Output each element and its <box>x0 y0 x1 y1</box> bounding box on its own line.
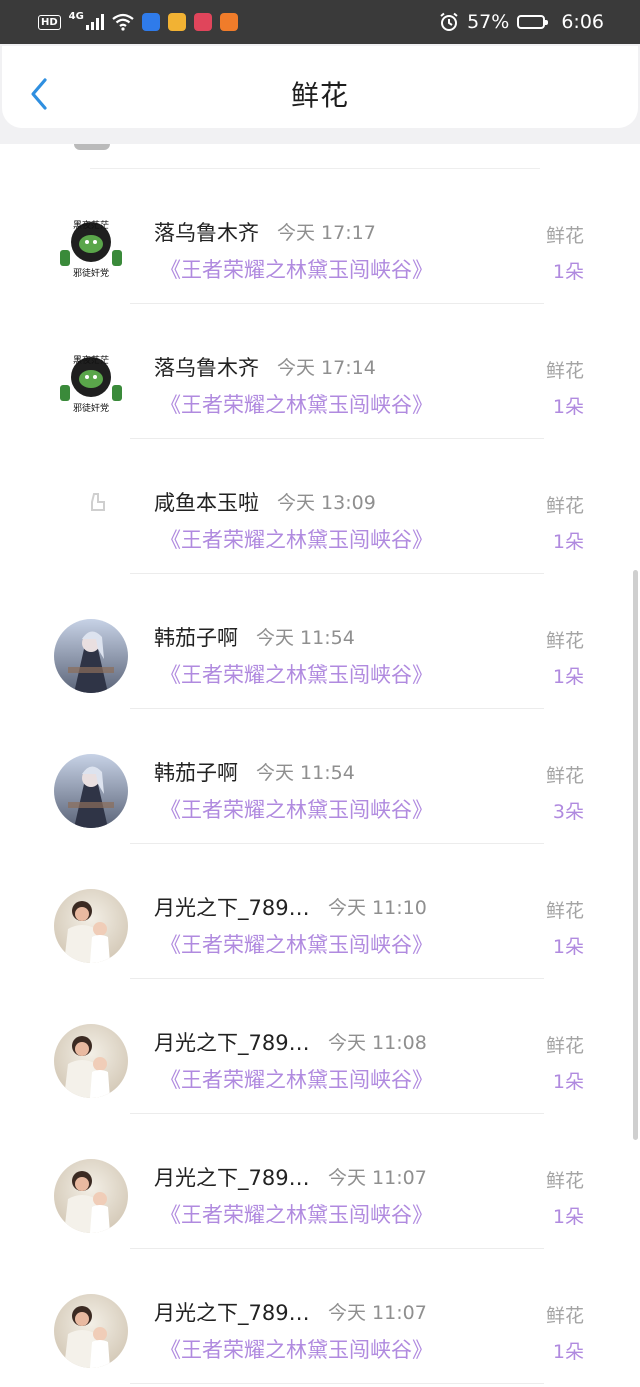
user-name[interactable]: 落乌鲁木齐 <box>154 352 259 382</box>
book-title[interactable]: 《王者荣耀之林黛玉闯峡谷》 <box>160 524 433 554</box>
user-name[interactable]: 落乌鲁木齐 <box>154 217 259 247</box>
notes-app-icon <box>167 13 186 31</box>
book-title[interactable]: 《王者荣耀之林黛玉闯峡谷》 <box>160 1199 433 1229</box>
divider <box>130 1383 544 1384</box>
clock: 6:06 <box>561 11 604 33</box>
book-title[interactable]: 《王者荣耀之林黛玉闯峡谷》 <box>160 1064 433 1094</box>
list-item[interactable]: 月光之下_789… 今天 11:10 《王者荣耀之林黛玉闯峡谷》 鲜花 1朵 <box>0 844 640 979</box>
timestamp: 今天 11:07 <box>328 1167 427 1189</box>
svg-text:邪徒奸党: 邪徒奸党 <box>73 402 109 414</box>
svg-text:黑夜茫茫: 黑夜茫茫 <box>73 219 109 231</box>
gift-type: 鲜花 <box>545 900 584 922</box>
avatar[interactable] <box>54 619 128 693</box>
book-title[interactable]: 《王者荣耀之林黛玉闯峡谷》 <box>160 1334 433 1364</box>
gift-count: 3朵 <box>552 801 584 823</box>
svg-text:邪徒奸党: 邪徒奸党 <box>73 267 109 279</box>
user-name[interactable]: 韩茄子啊 <box>154 757 238 787</box>
gift-type: 鲜花 <box>545 360 584 382</box>
list-item[interactable]: 月光之下_789… 今天 11:07 《王者荣耀之林黛玉闯峡谷》 鲜花 1朵 <box>0 1114 640 1249</box>
user-name[interactable]: 月光之下_789… <box>154 892 310 922</box>
list-item[interactable]: 月光之下_789… 今天 11:08 《王者荣耀之林黛玉闯峡谷》 鲜花 1朵 <box>0 979 640 1114</box>
gift-count: 1朵 <box>552 396 584 418</box>
list-item[interactable]: 韩茄子啊 今天 11:54 《王者荣耀之林黛玉闯峡谷》 鲜花 1朵 <box>0 574 640 709</box>
gift-record-list[interactable]: 黑夜茫茫 邪徒奸党 落乌鲁木齐 今天 17:17 《王者荣耀之林黛玉闯峡谷》 鲜花… <box>0 144 640 1384</box>
gift-count: 1朵 <box>552 261 584 283</box>
status-bar-left: HD 4G <box>38 10 238 31</box>
avatar[interactable]: 黑夜茫茫 邪徒奸党 <box>54 349 128 423</box>
avatar[interactable] <box>54 1024 128 1098</box>
gift-type: 鲜花 <box>545 495 584 517</box>
book-title[interactable]: 《王者荣耀之林黛玉闯峡谷》 <box>160 659 433 689</box>
avatar[interactable] <box>54 484 128 558</box>
book-title[interactable]: 《王者荣耀之林黛玉闯峡谷》 <box>160 794 433 824</box>
nav-bar: 鲜花 <box>0 44 640 144</box>
wifi-icon <box>112 13 134 31</box>
shield-app-icon <box>141 13 160 31</box>
battery-percent: 57% <box>467 11 510 33</box>
avatar[interactable]: 黑夜茫茫 邪徒奸党 <box>54 214 128 288</box>
gift-count: 1朵 <box>552 531 584 553</box>
list-item[interactable]: 韩茄子啊 今天 11:54 《王者荣耀之林黛玉闯峡谷》 鲜花 3朵 <box>0 709 640 844</box>
book-title[interactable]: 《王者荣耀之林黛玉闯峡谷》 <box>160 254 433 284</box>
list-item[interactable]: 黑夜茫茫邪徒奸党 落乌鲁木齐 今天 17:17 《王者荣耀之林黛玉闯峡谷》 鲜花… <box>0 169 640 304</box>
status-bar-right: 57% 6:06 <box>439 11 604 33</box>
avatar[interactable] <box>54 1159 128 1233</box>
user-name[interactable]: 咸鱼本玉啦 <box>154 487 259 517</box>
svg-text:黑夜茫茫: 黑夜茫茫 <box>73 354 109 366</box>
page-title: 鲜花 <box>290 79 349 112</box>
gift-type: 鲜花 <box>545 1305 584 1327</box>
gift-type: 鲜花 <box>545 1035 584 1057</box>
book-app-icon <box>193 13 212 31</box>
record-rows: 黑夜茫茫 邪徒奸党 落乌鲁木齐 今天 17:17 《王者荣耀之林黛玉闯峡谷》 鲜花… <box>0 169 640 1384</box>
gift-type: 鲜花 <box>545 630 584 652</box>
gift-count: 1朵 <box>552 936 584 958</box>
list-item[interactable]: 黑夜茫茫邪徒奸党 落乌鲁木齐 今天 17:14 《王者荣耀之林黛玉闯峡谷》 鲜花… <box>0 304 640 439</box>
signal-icon <box>85 14 104 30</box>
book-title[interactable]: 《王者荣耀之林黛玉闯峡谷》 <box>160 929 433 959</box>
user-name[interactable]: 月光之下_789… <box>154 1297 310 1327</box>
timestamp: 今天 11:10 <box>328 897 427 919</box>
timestamp: 今天 17:14 <box>277 357 376 379</box>
list-item-partial <box>74 144 540 169</box>
list-item[interactable]: 咸鱼本玉啦 今天 13:09 《王者荣耀之林黛玉闯峡谷》 鲜花 1朵 <box>0 439 640 574</box>
timestamp: 今天 13:09 <box>277 492 376 514</box>
avatar[interactable] <box>54 889 128 963</box>
gift-count: 1朵 <box>552 666 584 688</box>
user-name[interactable]: 月光之下_789… <box>154 1027 310 1057</box>
user-name[interactable]: 韩茄子啊 <box>154 622 238 652</box>
timestamp: 今天 11:08 <box>328 1032 427 1054</box>
alarm-icon <box>440 12 458 31</box>
network-type: 4G <box>68 10 84 22</box>
gift-type: 鲜花 <box>545 225 584 247</box>
gift-type: 鲜花 <box>545 765 584 787</box>
gift-count: 1朵 <box>552 1341 584 1363</box>
gift-type: 鲜花 <box>545 1170 584 1192</box>
list-item[interactable]: 月光之下_789… 今天 11:07 《王者荣耀之林黛玉闯峡谷》 鲜花 1朵 <box>0 1249 640 1384</box>
hd-icon: HD <box>38 14 61 30</box>
gift-count: 1朵 <box>552 1206 584 1228</box>
timestamp: 今天 17:17 <box>277 222 376 244</box>
avatar[interactable] <box>54 1294 128 1368</box>
scrollbar[interactable] <box>633 570 638 1140</box>
battery-icon <box>517 15 549 29</box>
nav-card: 鲜花 <box>2 46 638 128</box>
status-bar: HD 4G 57% 6:06 <box>0 0 640 44</box>
user-name[interactable]: 月光之下_789… <box>154 1162 310 1192</box>
timestamp: 今天 11:54 <box>256 627 355 649</box>
avatar[interactable] <box>54 754 128 828</box>
timestamp: 今天 11:54 <box>256 762 355 784</box>
video-app-icon <box>219 13 238 31</box>
gift-count: 1朵 <box>552 1071 584 1093</box>
timestamp: 今天 11:07 <box>328 1302 427 1324</box>
book-title[interactable]: 《王者荣耀之林黛玉闯峡谷》 <box>160 389 433 419</box>
